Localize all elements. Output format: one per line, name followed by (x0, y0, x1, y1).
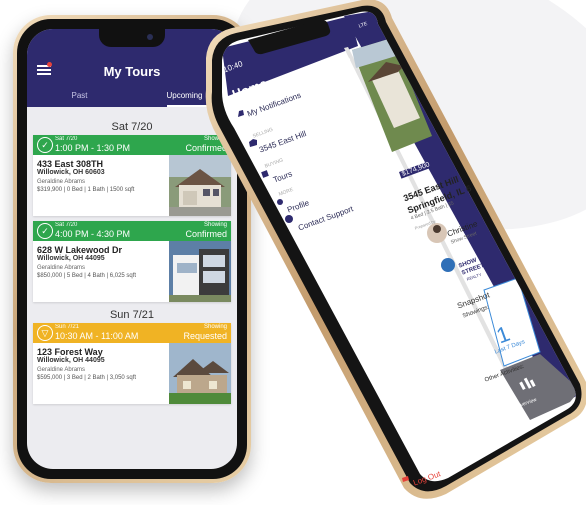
help-icon (285, 215, 293, 223)
brokerage-logo-icon (441, 258, 455, 272)
right-phone (205, 0, 586, 499)
person-icon (277, 199, 283, 205)
phone-notch (99, 29, 165, 47)
